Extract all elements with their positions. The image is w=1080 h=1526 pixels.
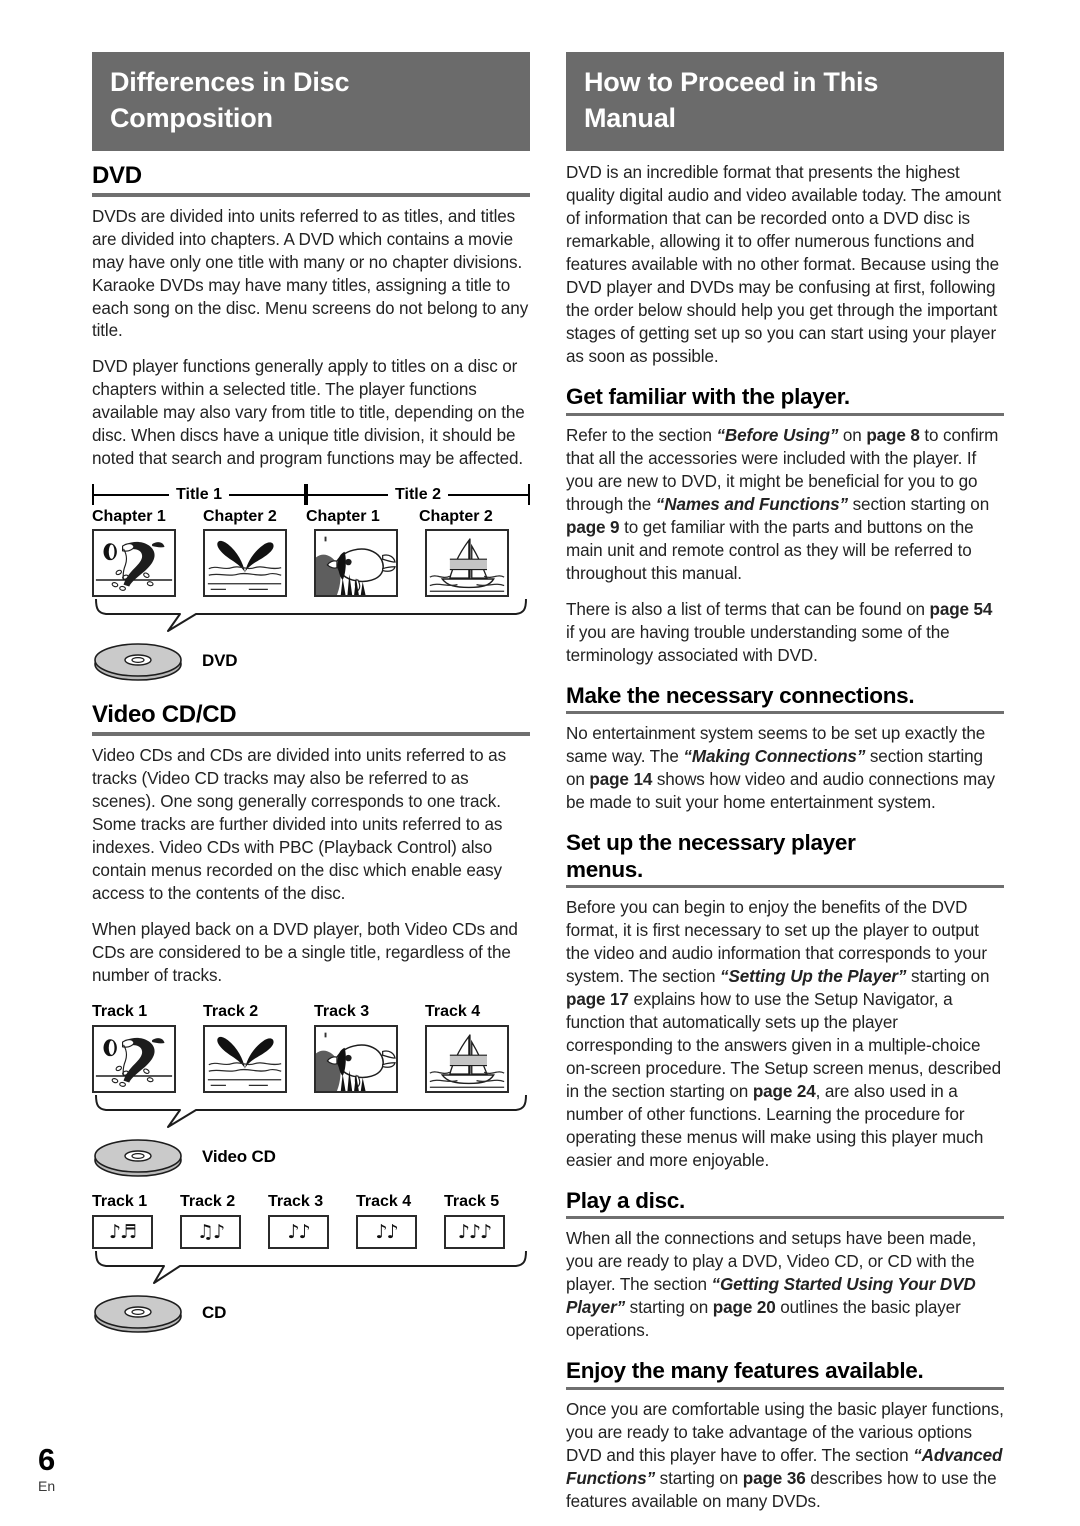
step-1-paragraph-2: There is also a list of terms that can b… bbox=[566, 599, 993, 665]
videocd-heading-rule bbox=[92, 731, 530, 736]
videocd-disc-icon bbox=[94, 1138, 182, 1177]
videocd-heading: Video CD/CD bbox=[92, 701, 237, 729]
music-note-icon: ♪♪ bbox=[356, 1214, 417, 1249]
dvd-paragraph-1: DVDs are divided into units referred to … bbox=[92, 206, 529, 341]
cd-note-box-row: ♪♬ ♫♪ ♪♪ ♪♪ ♪♪♪ bbox=[92, 1214, 530, 1249]
manual-page: Differences in Disc Composition DVD DVDs… bbox=[0, 0, 1080, 1526]
cd-track-2-label: Track 2 bbox=[180, 1192, 236, 1210]
dvd-paragraph-2: DVD player functions generally apply to … bbox=[92, 357, 525, 469]
right-intro-paragraph: DVD is an incredible format that present… bbox=[566, 163, 1002, 367]
step-4-rule bbox=[566, 1216, 1004, 1220]
cd-track-1-label: Track 1 bbox=[92, 1192, 148, 1210]
dvd-disc-icon bbox=[94, 643, 182, 682]
dvd-disc-row: DVD bbox=[92, 639, 530, 683]
step-5-paragraph-1: Once you are comfortable using the basic… bbox=[566, 1399, 1004, 1511]
dvd-disc-label: DVD bbox=[202, 651, 238, 671]
step-2-heading: Make the necessary connections. bbox=[566, 682, 915, 708]
dvd-chapter-row-1: Chapter 1 Chapter 2 bbox=[92, 505, 306, 529]
left-banner-line1: Differences in Disc bbox=[110, 67, 350, 97]
dvd-heading-rule bbox=[92, 192, 530, 197]
cd-track-3-label: Track 3 bbox=[268, 1192, 324, 1210]
videocd-disc-row: Video CD bbox=[92, 1135, 530, 1179]
dvd-chapter-2-label: Chapter 2 bbox=[203, 508, 277, 526]
cd-disc-label: CD bbox=[202, 1302, 227, 1322]
videocd-paragraph-1: Video CDs and CDs are divided into units… bbox=[92, 745, 506, 903]
scene-dolphin-icon bbox=[92, 529, 176, 598]
cd-figure: Track 1 Track 2 Track 3 Track 4 Track 5 … bbox=[92, 1191, 530, 1335]
cd-disc-row: CD bbox=[92, 1291, 530, 1335]
music-note-icon: ♪♪ bbox=[268, 1214, 329, 1249]
step-1-heading: Get familiar with the player. bbox=[566, 384, 850, 410]
dvd-title-2-label: Title 2 bbox=[306, 484, 531, 506]
scene-sailboat-icon bbox=[425, 529, 509, 598]
cd-disc-icon bbox=[94, 1294, 182, 1333]
cd-track-label-row: Track 1 Track 2 Track 3 Track 4 Track 5 bbox=[92, 1191, 530, 1215]
step-4-heading: Play a disc. bbox=[566, 1187, 685, 1213]
left-banner-line2: Composition bbox=[110, 102, 273, 133]
right-banner-line2: Manual bbox=[584, 102, 676, 133]
page-language-code: En bbox=[38, 1478, 56, 1494]
step-3-paragraph-1: Before you can begin to enjoy the benefi… bbox=[566, 898, 1002, 1170]
videocd-disc-label: Video CD bbox=[202, 1146, 276, 1166]
step-4-paragraph-1: When all the connections and setups have… bbox=[566, 1229, 977, 1341]
dvd-figure: Title 1 Chapter 1 Chapter 2 Title 2 Chap… bbox=[92, 484, 531, 683]
dvd-chapter-3-label: Chapter 1 bbox=[306, 508, 380, 526]
scene-fish-icon bbox=[314, 1024, 398, 1093]
step-3-rule bbox=[566, 885, 1004, 889]
cd-track-5-label: Track 5 bbox=[444, 1192, 500, 1210]
page-number: 6 bbox=[38, 1442, 56, 1477]
left-banner-heading: Differences in Disc Composition bbox=[92, 52, 530, 152]
dvd-chapter-4-label: Chapter 2 bbox=[419, 508, 493, 526]
videocd-track-4-label: Track 4 bbox=[425, 1002, 481, 1020]
step-2-paragraph-1: No entertainment system seems to be set … bbox=[566, 724, 995, 812]
step-5-heading: Enjoy the many features available. bbox=[566, 1358, 924, 1384]
title-rule-left bbox=[94, 493, 170, 496]
left-column: Differences in Disc Composition DVD DVDs… bbox=[92, 52, 531, 1339]
dvd-title-2-text: Title 2 bbox=[395, 485, 441, 503]
videocd-track-label-row: Track 1 Track 2 Track 3 Track 4 bbox=[92, 1001, 530, 1025]
music-note-icon: ♪♬ bbox=[92, 1214, 153, 1249]
videocd-paragraph-2: When played back on a DVD player, both V… bbox=[92, 919, 518, 985]
dvd-title-1-text: Title 1 bbox=[176, 485, 222, 503]
title-rule-right bbox=[228, 493, 305, 496]
title-rule-left bbox=[308, 493, 389, 496]
right-banner-line1: How to Proceed in This bbox=[584, 67, 879, 97]
scene-whale-tail-icon bbox=[203, 1024, 287, 1093]
music-note-icon: ♫♪ bbox=[180, 1214, 241, 1249]
dvd-heading: DVD bbox=[92, 162, 142, 190]
videocd-track-1-label: Track 1 bbox=[92, 1002, 148, 1020]
dvd-title-1-label: Title 1 bbox=[92, 484, 307, 506]
step-1-paragraph-1: Refer to the section “Before Using” on p… bbox=[566, 425, 999, 583]
scene-dolphin-icon bbox=[92, 1024, 176, 1093]
dvd-title-row: Title 1 Chapter 1 Chapter 2 Title 2 Chap… bbox=[92, 484, 531, 529]
dvd-brace-callout bbox=[92, 597, 530, 637]
videocd-figure: Track 1 Track 2 Track 3 Track 4 Video CD bbox=[92, 1001, 530, 1179]
step-1-rule bbox=[566, 412, 1004, 416]
cd-brace-callout bbox=[92, 1249, 530, 1289]
title-tick-right bbox=[528, 484, 531, 506]
videocd-track-3-label: Track 3 bbox=[314, 1002, 370, 1020]
step-5-rule bbox=[566, 1386, 1004, 1390]
dvd-thumbnail-row bbox=[92, 529, 530, 598]
videocd-track-2-label: Track 2 bbox=[203, 1002, 259, 1020]
dvd-chapter-row-2: Chapter 1 Chapter 2 bbox=[306, 505, 530, 529]
scene-whale-tail-icon bbox=[203, 529, 287, 598]
dvd-chapter-1-label: Chapter 1 bbox=[92, 508, 166, 526]
page-folio: 6 En bbox=[38, 1444, 55, 1494]
scene-fish-icon bbox=[314, 529, 398, 598]
videocd-brace-callout bbox=[92, 1093, 530, 1133]
title-rule-right bbox=[447, 493, 529, 496]
step-3-heading: Set up the necessary player menus. bbox=[566, 829, 856, 882]
videocd-thumbnail-row bbox=[92, 1024, 530, 1093]
right-banner-heading: How to Proceed in This Manual bbox=[566, 52, 1004, 152]
cd-track-4-label: Track 4 bbox=[356, 1192, 412, 1210]
scene-sailboat-icon bbox=[425, 1024, 509, 1093]
step-2-rule bbox=[566, 711, 1004, 715]
right-column: How to Proceed in This Manual DVD is an … bbox=[566, 52, 1004, 1514]
music-note-icon: ♪♪♪ bbox=[444, 1214, 505, 1249]
